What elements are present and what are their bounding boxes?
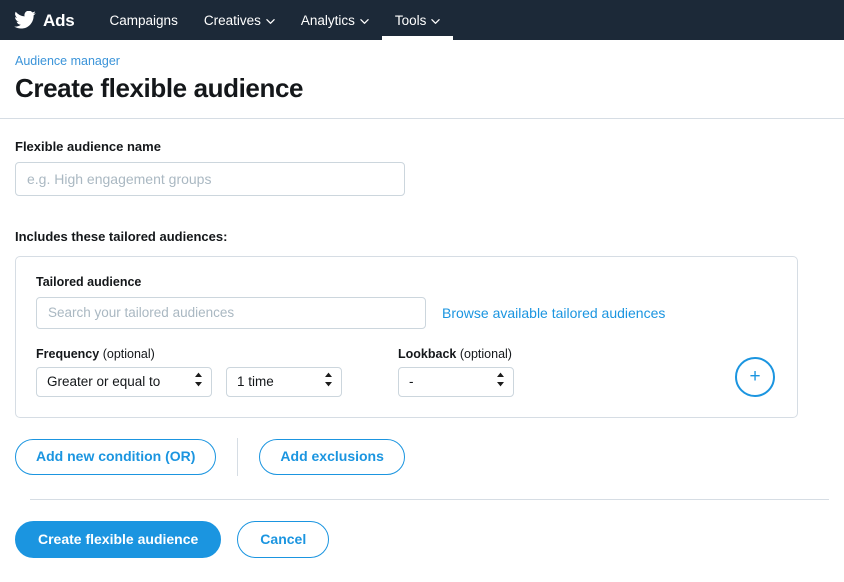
lookback-group: Lookback (optional) - <box>398 347 514 397</box>
nav-item-label: Tools <box>395 13 427 28</box>
add-new-condition-button[interactable]: Add new condition (OR) <box>15 439 216 474</box>
chevron-down-icon <box>431 17 440 26</box>
browse-tailored-audiences-link[interactable]: Browse available tailored audiences <box>442 305 665 321</box>
frequency-label: Frequency (optional) <box>36 347 212 361</box>
plus-icon: + <box>749 367 760 386</box>
nav-item-label: Creatives <box>204 13 261 28</box>
top-navbar: Ads Campaigns Creatives Analytics Tools <box>0 0 844 40</box>
main-content: Flexible audience name Includes these ta… <box>0 119 844 500</box>
add-condition-and-button[interactable]: + <box>735 357 775 397</box>
flexible-audience-name-label: Flexible audience name <box>15 139 829 154</box>
frequency-group: Frequency (optional) Greater or equal to <box>36 347 212 397</box>
frequency-operator-wrap: Greater or equal to <box>36 367 212 397</box>
frequency-times-wrap: 1 time <box>226 367 342 397</box>
nav-item-campaigns[interactable]: Campaigns <box>97 0 191 40</box>
lookback-wrap: - <box>398 367 514 397</box>
condition-actions-row: Add new condition (OR) Add exclusions <box>15 438 829 476</box>
brand-logo[interactable]: Ads <box>14 0 97 40</box>
tailored-audience-search-row: Browse available tailored audiences <box>36 297 777 329</box>
chevron-down-icon <box>266 17 275 26</box>
frequency-label-text: Frequency <box>36 347 99 361</box>
footer-actions: Create flexible audience Cancel <box>0 500 844 558</box>
nav-item-label: Campaigns <box>110 13 178 28</box>
breadcrumb[interactable]: Audience manager <box>15 54 120 68</box>
add-exclusions-button[interactable]: Add exclusions <box>259 439 404 474</box>
create-flexible-audience-button[interactable]: Create flexible audience <box>15 521 221 558</box>
nav-item-tools[interactable]: Tools <box>382 0 454 40</box>
lookback-label: Lookback (optional) <box>398 347 514 361</box>
tailored-audience-search-input[interactable] <box>36 297 426 329</box>
nav-item-analytics[interactable]: Analytics <box>288 0 382 40</box>
lookback-label-text: Lookback <box>398 347 456 361</box>
frequency-times-select[interactable]: 1 time <box>226 367 342 397</box>
condition-card: Tailored audience Browse available tailo… <box>15 256 798 418</box>
lookback-select[interactable]: - <box>398 367 514 397</box>
cancel-button[interactable]: Cancel <box>237 521 329 558</box>
flexible-audience-name-input[interactable] <box>15 162 405 196</box>
nav-item-label: Analytics <box>301 13 355 28</box>
frequency-times-group: 1 time <box>226 367 342 397</box>
twitter-bird-icon <box>14 11 36 29</box>
includes-section-label: Includes these tailored audiences: <box>15 229 829 244</box>
frequency-label-optional: (optional) <box>103 347 155 361</box>
frequency-lookback-row: Frequency (optional) Greater or equal to <box>36 347 777 397</box>
frequency-operator-select[interactable]: Greater or equal to <box>36 367 212 397</box>
page-header: Audience manager Create flexible audienc… <box>0 40 844 119</box>
page-title: Create flexible audience <box>15 74 829 104</box>
actions-divider <box>237 438 238 476</box>
nav-item-creatives[interactable]: Creatives <box>191 0 288 40</box>
lookback-label-optional: (optional) <box>460 347 512 361</box>
chevron-down-icon <box>360 17 369 26</box>
brand-label: Ads <box>43 12 75 29</box>
tailored-audience-label: Tailored audience <box>36 275 777 289</box>
